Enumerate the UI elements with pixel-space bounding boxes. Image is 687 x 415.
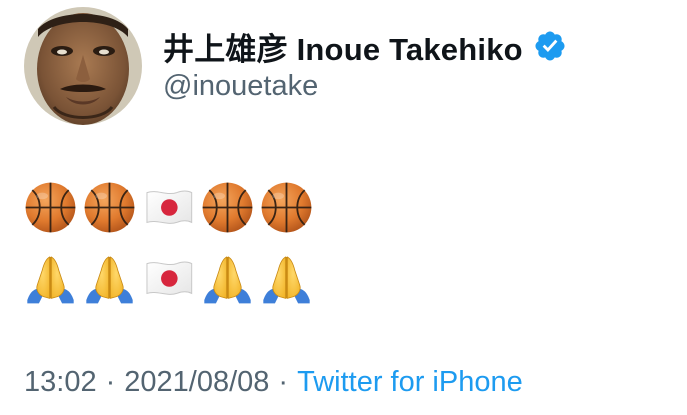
tweet-text-line-2 [24,252,313,305]
folded-hands-emoji [260,252,313,305]
tweet-meta: 13:02 · 2021/08/08 · Twitter for iPhone [24,366,523,399]
tweet-date[interactable]: 2021/08/08 [124,366,269,399]
tweet-source-link[interactable]: Twitter for iPhone [297,366,523,399]
avatar[interactable] [24,7,142,125]
basketball-emoji [201,181,254,234]
tweet-time[interactable]: 13:02 [24,366,97,399]
japan-flag-emoji [142,252,195,305]
basketball-emoji [260,181,313,234]
basketball-emoji [24,181,77,234]
verified-badge-icon [533,29,567,63]
meta-separator: · [105,366,116,398]
folded-hands-emoji [201,252,254,305]
basketball-emoji [83,181,136,234]
folded-hands-emoji [83,252,136,305]
user-handle[interactable]: @inouetake [163,70,318,103]
japan-flag-emoji [142,181,195,234]
tweet-text-line-1 [24,181,313,234]
meta-separator: · [278,366,289,398]
folded-hands-emoji [24,252,77,305]
display-name[interactable]: 井上雄彦 Inoue Takehiko [163,24,523,69]
portrait-avatar-icon [24,7,142,125]
author-name-row: 井上雄彦 Inoue Takehiko [163,24,567,68]
